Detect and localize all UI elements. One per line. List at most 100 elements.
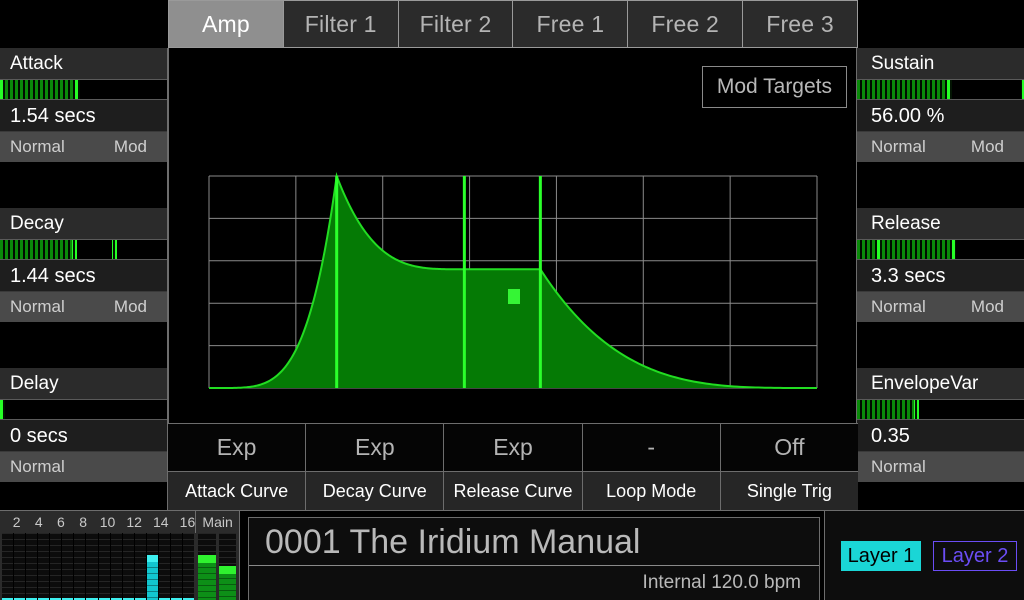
channel-number: 10	[100, 511, 116, 533]
param-sustain: Sustain56.00 %NormalMod	[857, 48, 1024, 162]
slider-marker	[1021, 80, 1024, 99]
param-slider[interactable]	[0, 400, 167, 420]
slider-fill	[857, 400, 915, 419]
param-mode-mod[interactable]: Mod	[971, 137, 1004, 157]
envelope-tab-bar: AmpFilter 1Filter 2Free 1Free 2Free 3	[168, 0, 858, 48]
param-title: Attack	[0, 48, 167, 80]
param-mode-normal[interactable]: Normal	[10, 137, 65, 157]
tab-free-3[interactable]: Free 3	[743, 1, 857, 47]
param-value[interactable]: 3.3 secs	[857, 260, 1024, 292]
param-slider[interactable]	[857, 400, 1024, 420]
channel-meter-peak	[147, 555, 158, 562]
param-slider[interactable]	[0, 80, 167, 100]
param-mode-normal[interactable]: Normal	[871, 137, 926, 157]
param-release: Release3.3 secsNormalMod	[857, 208, 1024, 322]
param-mode-mod[interactable]: Mod	[971, 297, 1004, 317]
param-slider[interactable]	[857, 80, 1024, 100]
control-decay-curve[interactable]: ExpDecay Curve	[306, 424, 444, 510]
channel-number	[142, 511, 153, 533]
tab-filter-1[interactable]: Filter 1	[284, 1, 399, 47]
envelope-graph[interactable]: Mod Targets	[168, 48, 858, 423]
channel-number: 14	[153, 511, 169, 533]
control-value[interactable]: Exp	[306, 424, 443, 472]
param-title: EnvelopeVar	[857, 368, 1024, 400]
slider-marker	[947, 80, 952, 99]
main-meter-section: Main	[195, 511, 239, 600]
channel-meter-bars	[2, 533, 194, 600]
channel-meter	[86, 533, 97, 600]
main-meter-peak	[219, 566, 237, 574]
channel-meter	[147, 533, 158, 600]
synth-envelope-screen: AmpFilter 1Filter 2Free 1Free 2Free 3 At…	[0, 0, 1024, 600]
param-mode-row: Normal Mod	[857, 132, 1024, 162]
tab-free-1[interactable]: Free 1	[513, 1, 628, 47]
param-mode-normal[interactable]: Normal	[10, 297, 65, 317]
control-value[interactable]: Off	[721, 424, 858, 472]
mod-targets-button[interactable]: Mod Targets	[702, 66, 847, 108]
channel-number	[44, 511, 55, 533]
control-single-trig[interactable]: OffSingle Trig	[721, 424, 858, 510]
param-mode-row: Normal	[857, 452, 1024, 482]
tab-free-2[interactable]: Free 2	[628, 1, 743, 47]
slider-fill	[0, 80, 78, 99]
control-value[interactable]: Exp	[444, 424, 581, 472]
param-mode-normal[interactable]: Normal	[871, 457, 926, 477]
param-delay: Delay 0 secs Normal	[0, 368, 167, 482]
slider-fill	[0, 240, 73, 259]
param-mode-normal[interactable]: Normal	[871, 297, 926, 317]
channel-number: 8	[78, 511, 89, 533]
control-label: Single Trig	[721, 472, 858, 510]
channel-meter	[2, 533, 13, 600]
control-value[interactable]: Exp	[168, 424, 305, 472]
envelope-fill	[209, 176, 817, 388]
control-attack-curve[interactable]: ExpAttack Curve	[168, 424, 306, 510]
channel-meter	[183, 533, 194, 600]
param-value[interactable]: 1.44 secs	[0, 260, 167, 292]
layer-button-1[interactable]: Layer 1	[841, 541, 921, 571]
tab-filter-2[interactable]: Filter 2	[399, 1, 514, 47]
layer-button-2[interactable]: Layer 2	[933, 541, 1017, 571]
main-meter-label: Main	[195, 511, 239, 533]
channel-meter	[99, 533, 110, 600]
param-value[interactable]: 0.35	[857, 420, 1024, 452]
slider-marker	[0, 400, 5, 419]
param-attack: Attack 1.54 secs Normal Mod	[0, 48, 167, 162]
slider-marker	[72, 240, 77, 259]
control-label: Loop Mode	[583, 472, 720, 510]
envelope-release-handle[interactable]	[508, 289, 520, 304]
param-title: Decay	[0, 208, 167, 240]
left-parameter-panel: Attack 1.54 secs Normal Mod Decay 1.44 secs No…	[0, 48, 168, 510]
envelope-control-strip: ExpAttack CurveExpDecay CurveExpRelease …	[168, 423, 858, 510]
param-slider[interactable]	[0, 240, 167, 260]
channel-meter	[159, 533, 170, 600]
tab-amp[interactable]: Amp	[169, 1, 284, 47]
control-release-curve[interactable]: ExpRelease Curve	[444, 424, 582, 510]
param-value[interactable]: 1.54 secs	[0, 100, 167, 132]
control-label: Attack Curve	[168, 472, 305, 510]
channel-number-labels: 246810121416	[0, 511, 195, 533]
param-value[interactable]: 0 secs	[0, 420, 167, 452]
channel-number	[0, 511, 11, 533]
slider-marker	[112, 240, 117, 259]
param-title: Delay	[0, 368, 167, 400]
param-value[interactable]: 56.00 %	[857, 100, 1024, 132]
param-mode-mod[interactable]: Mod	[114, 297, 147, 317]
main-meter	[198, 533, 216, 600]
right-parameter-panel: Sustain56.00 %NormalModRelease3.3 secsNo…	[856, 48, 1024, 510]
channel-meters: 246810121416	[0, 511, 195, 600]
control-value[interactable]: -	[583, 424, 720, 472]
channel-meter	[135, 533, 146, 600]
param-mode-normal[interactable]: Normal	[10, 457, 65, 477]
param-slider[interactable]	[857, 240, 1024, 260]
channel-number	[89, 511, 100, 533]
slider-marker	[75, 80, 80, 99]
channel-meter	[62, 533, 73, 600]
channel-meter	[26, 533, 37, 600]
clock-tempo[interactable]: Internal 120.0 bpm	[249, 566, 819, 600]
param-mode-mod[interactable]: Mod	[114, 137, 147, 157]
slider-marker	[951, 240, 956, 259]
control-loop-mode[interactable]: -Loop Mode	[583, 424, 721, 510]
preset-name[interactable]: 0001 The Iridium Manual	[249, 518, 819, 566]
preset-display[interactable]: 0001 The Iridium Manual Internal 120.0 b…	[248, 517, 820, 600]
layer-selector: Layer 1 Layer 2	[824, 511, 1024, 600]
